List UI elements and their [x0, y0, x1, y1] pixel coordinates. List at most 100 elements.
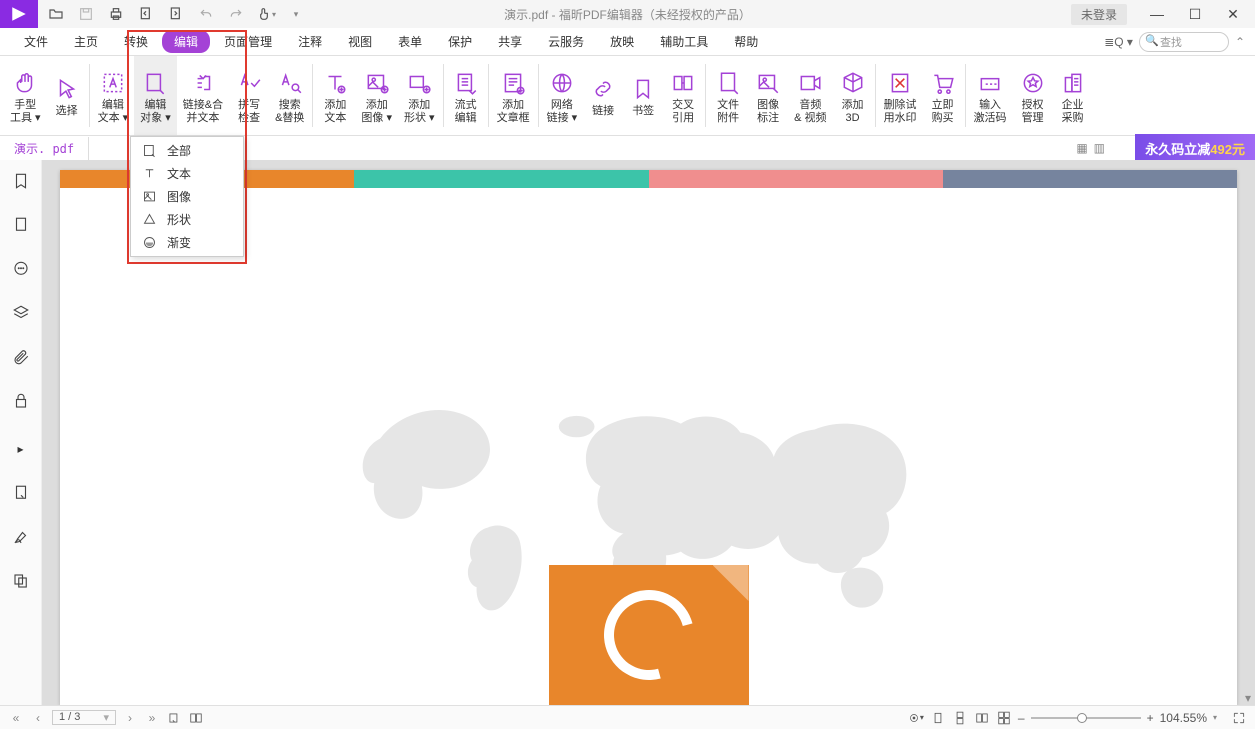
activate-button[interactable]: 输入 激活码	[968, 56, 1013, 135]
expand-sidebar-icon[interactable]: ▸	[10, 438, 32, 460]
buy-now-button[interactable]: 立即 购买	[923, 56, 963, 135]
audio-video-icon	[797, 67, 823, 99]
web-link-button[interactable]: 网络 链接 ▾	[541, 56, 584, 135]
maximize-button[interactable]: ☐	[1177, 2, 1213, 26]
undo-icon[interactable]	[192, 2, 220, 26]
add-image-button[interactable]: 添加 图像 ▾	[355, 56, 398, 135]
zoom-in-button[interactable]: +	[1147, 711, 1154, 725]
grid-view-icon[interactable]: ▦	[1076, 141, 1087, 155]
tab-protect[interactable]: 保护	[436, 30, 484, 53]
next-page-icon[interactable]: ›	[122, 711, 138, 725]
save-icon[interactable]	[72, 2, 100, 26]
bookmark-panel-icon[interactable]	[10, 170, 32, 192]
page-back-icon[interactable]	[132, 2, 160, 26]
promo-text: 永久码立减	[1145, 139, 1210, 158]
print-icon[interactable]	[102, 2, 130, 26]
edit-sign-icon[interactable]	[10, 526, 32, 548]
page-layout-a-icon[interactable]	[166, 711, 182, 725]
tab-home[interactable]: 主页	[62, 30, 110, 53]
hand-tool-button[interactable]: 手型 工具 ▾	[4, 56, 47, 135]
remove-watermark-button[interactable]: 删除试 用水印	[878, 56, 923, 135]
add-shape-button[interactable]: 添加 形状 ▾	[398, 56, 441, 135]
attachments-panel-icon[interactable]	[10, 346, 32, 368]
page-layout-b-icon[interactable]	[188, 711, 204, 725]
scroll-down-icon[interactable]: ▾	[1243, 691, 1253, 705]
tab-edit[interactable]: 编辑	[162, 30, 210, 53]
bookmark-button[interactable]: 书签	[623, 56, 663, 135]
edit-gradient-item[interactable]: 渐变	[131, 231, 243, 254]
tab-form[interactable]: 表单	[386, 30, 434, 53]
add-text-button[interactable]: 添加 文本	[315, 56, 355, 135]
single-page-icon[interactable]	[930, 711, 946, 725]
add-3d-button[interactable]: 添加 3D	[833, 56, 873, 135]
page-nav: « ‹ 1 / 3▾ › »	[8, 710, 204, 725]
edit-text-item[interactable]: 文本	[131, 162, 243, 185]
license-mgmt-button[interactable]: 授权 管理	[1013, 56, 1053, 135]
search-opts-icon[interactable]: ≣Q ▾	[1104, 35, 1133, 49]
fit-width-icon[interactable]	[1231, 711, 1247, 725]
open-icon[interactable]	[42, 2, 70, 26]
tab-accessibility[interactable]: 辅助工具	[648, 30, 720, 53]
file-attach-button[interactable]: 文件 附件	[708, 56, 748, 135]
pages-panel-icon[interactable]	[10, 214, 32, 236]
link-button[interactable]: 链接	[583, 56, 623, 135]
image-annot-button[interactable]: 图像 标注	[748, 56, 788, 135]
edit-text-button[interactable]: 编辑 文本 ▾	[92, 56, 135, 135]
qat-more-icon[interactable]: ▾	[282, 2, 310, 26]
tab-help[interactable]: 帮助	[722, 30, 770, 53]
cross-ref-button[interactable]: 交叉 引用	[663, 56, 703, 135]
touch-icon[interactable]: ▾	[252, 2, 280, 26]
edit-shape-item[interactable]: 形状	[131, 208, 243, 231]
tab-file[interactable]: 文件	[12, 30, 60, 53]
tab-convert[interactable]: 转换	[112, 30, 160, 53]
login-button[interactable]: 未登录	[1071, 4, 1127, 25]
link-merge-text-button[interactable]: 链接&合 并文本	[177, 56, 229, 135]
edit-all[interactable]: 全部	[131, 139, 243, 162]
security-panel-icon[interactable]	[10, 390, 32, 412]
zoom-level[interactable]: 104.55%	[1160, 711, 1207, 725]
zoom-out-button[interactable]: –	[1018, 711, 1025, 725]
audio-video-button[interactable]: 音频 & 视频	[788, 56, 832, 135]
enterprise-buy-button[interactable]: 企业 采购	[1053, 56, 1093, 135]
spell-check-button[interactable]: 拼写 检查	[229, 56, 269, 135]
edit-object-button[interactable]: 编辑 对象 ▾	[134, 56, 177, 135]
continuous-icon[interactable]	[952, 711, 968, 725]
edit-image-item[interactable]: 图像	[131, 185, 243, 208]
reflow-edit-button[interactable]: 流式 编辑	[446, 56, 486, 135]
ribbon-label: 链接&合 并文本	[183, 99, 223, 125]
comments-panel-icon[interactable]	[10, 258, 32, 280]
ribbon-label: 文件 附件	[717, 99, 739, 125]
tab-annotate[interactable]: 注释	[286, 30, 334, 53]
doc-tab[interactable]: 演示. pdf	[0, 137, 89, 160]
prev-page-icon[interactable]: ‹	[30, 711, 46, 725]
zoom-slider[interactable]	[1031, 717, 1141, 719]
close-button[interactable]: ✕	[1215, 2, 1251, 26]
search-replace-button[interactable]: 搜索 &替换	[269, 56, 310, 135]
last-page-icon[interactable]: »	[144, 711, 160, 725]
dropdown-label: 文本	[167, 165, 191, 182]
redo-icon[interactable]	[222, 2, 250, 26]
search-input[interactable]: 🔍查找	[1139, 32, 1229, 52]
tab-view[interactable]: 视图	[336, 30, 384, 53]
ribbon-label: 输入 激活码	[974, 99, 1007, 125]
minimize-button[interactable]: —	[1139, 2, 1175, 26]
page-fwd-icon[interactable]	[162, 2, 190, 26]
facing-continuous-icon[interactable]	[996, 711, 1012, 725]
first-page-icon[interactable]: «	[8, 711, 24, 725]
select-tool-button[interactable]: 选择	[47, 56, 87, 135]
layers-panel-icon[interactable]	[10, 302, 32, 324]
tab-page-manage[interactable]: 页面管理	[212, 30, 284, 53]
copy-panel-icon[interactable]	[10, 570, 32, 592]
reading-mode-icon[interactable]: ▾	[908, 711, 924, 725]
sign-panel-icon[interactable]	[10, 482, 32, 504]
add-article-box-button[interactable]: 添加 文章框	[491, 56, 536, 135]
single-view-icon[interactable]: ▥	[1094, 141, 1105, 155]
facing-icon[interactable]	[974, 711, 990, 725]
tab-present[interactable]: 放映	[598, 30, 646, 53]
page-number-input[interactable]: 1 / 3▾	[52, 710, 116, 725]
tab-cloud[interactable]: 云服务	[536, 30, 596, 53]
promo-banner[interactable]: 永久码立减492元	[1135, 134, 1255, 162]
tab-share[interactable]: 共享	[486, 30, 534, 53]
collapse-ribbon-icon[interactable]: ⌃	[1235, 35, 1245, 49]
vertical-scrollbar[interactable]: ▴ ▾	[1243, 160, 1253, 705]
